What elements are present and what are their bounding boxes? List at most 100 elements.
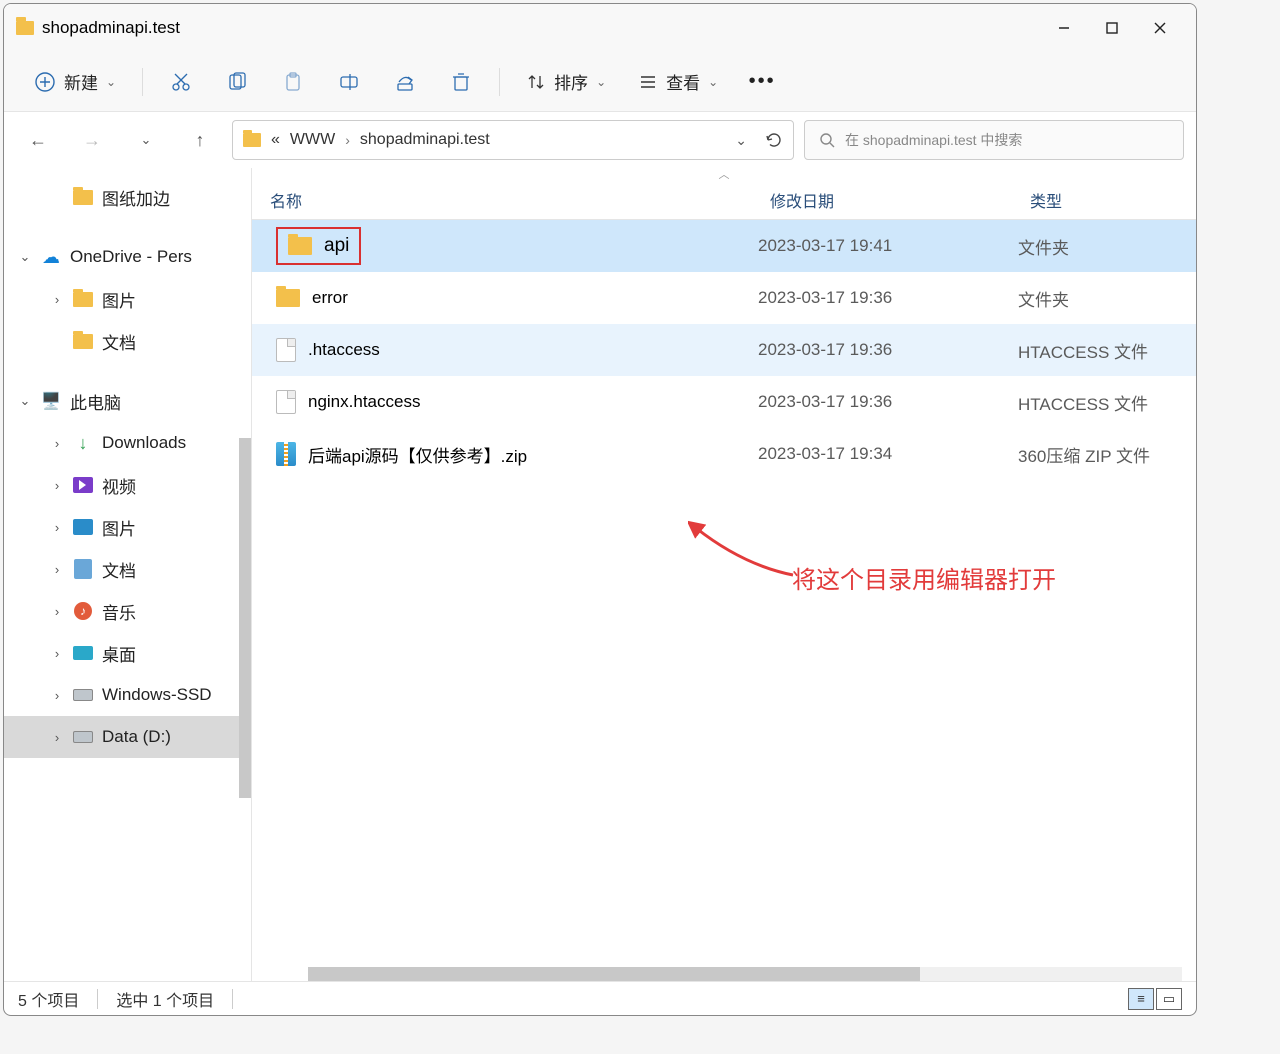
chevron-right-icon: ›	[345, 132, 350, 148]
delete-button[interactable]	[439, 62, 483, 102]
plus-circle-icon	[34, 71, 56, 93]
item-icon: ☁	[40, 248, 62, 266]
sidebar-item[interactable]: ›♪音乐	[4, 590, 251, 632]
expand-icon[interactable]: ›	[50, 562, 64, 577]
copy-button[interactable]	[215, 62, 259, 102]
sidebar-item[interactable]: ›Data (D:)	[4, 716, 251, 758]
share-button[interactable]	[383, 62, 427, 102]
refresh-icon[interactable]	[765, 131, 783, 149]
expand-icon[interactable]: ›	[50, 292, 64, 307]
status-selected: 选中 1 个项目	[116, 987, 214, 1011]
folder-icon	[243, 133, 261, 147]
file-row[interactable]: .htaccess2023-03-17 19:36HTACCESS 文件	[252, 324, 1196, 376]
separator	[232, 989, 233, 1009]
annotation-text: 将这个目录用编辑器打开	[792, 560, 1056, 595]
sidebar-item[interactable]: › 文档	[4, 548, 251, 590]
recent-button[interactable]: ⌄	[124, 120, 168, 160]
paste-button[interactable]	[271, 62, 315, 102]
new-button[interactable]: 新建 ⌄	[24, 62, 126, 102]
expand-icon[interactable]: ›	[50, 730, 64, 745]
file-row[interactable]: api2023-03-17 19:41文件夹	[252, 220, 1196, 272]
item-label: Downloads	[102, 433, 186, 453]
sidebar-item[interactable]: ⌄ 🖥️ 此电脑	[4, 380, 251, 422]
file-row[interactable]: 后端api源码【仅供参考】.zip2023-03-17 19:34360压缩 Z…	[252, 428, 1196, 480]
expand-icon[interactable]: ›	[50, 436, 64, 451]
search-input[interactable]: 在 shopadminapi.test 中搜索	[804, 120, 1184, 160]
scissors-icon	[170, 71, 192, 93]
file-name: .htaccess	[308, 340, 380, 360]
item-icon	[72, 290, 94, 308]
column-type[interactable]: 类型	[1012, 188, 1196, 212]
item-icon: 🖥️	[40, 392, 62, 410]
sidebar-item[interactable]: ›图片	[4, 506, 251, 548]
up-button[interactable]: ↑	[178, 120, 222, 160]
forward-button[interactable]: →	[70, 120, 114, 160]
file-date: 2023-03-17 19:36	[752, 340, 1012, 360]
splitter-handle[interactable]: ︿	[252, 168, 1196, 180]
item-label: 文档	[102, 329, 136, 354]
sidebar-item[interactable]: ›桌面	[4, 632, 251, 674]
sidebar-item[interactable]: ⌄ ☁ OneDrive - Pers	[4, 236, 251, 278]
file-row[interactable]: error2023-03-17 19:36文件夹	[252, 272, 1196, 324]
item-icon	[72, 686, 94, 704]
sidebar-item[interactable]: ›视频	[4, 464, 251, 506]
column-name[interactable]: 名称	[252, 188, 752, 212]
close-button[interactable]	[1136, 8, 1184, 48]
item-label: OneDrive - Pers	[70, 247, 192, 267]
item-icon	[72, 560, 94, 578]
icons-view-button[interactable]: ▭	[1156, 988, 1182, 1010]
file-date: 2023-03-17 19:41	[752, 236, 1012, 256]
navigation-row: ← → ⌄ ↑ « WWW › shopadminapi.test ⌄ 在 sh…	[4, 112, 1196, 168]
breadcrumb-item[interactable]: shopadminapi.test	[360, 131, 490, 149]
sidebar-item[interactable]: 图纸加边	[4, 176, 251, 218]
more-button[interactable]: •••	[740, 62, 784, 102]
back-button[interactable]: ←	[16, 120, 60, 160]
sidebar-item[interactable]: ›↓Downloads	[4, 422, 251, 464]
expand-icon[interactable]: ›	[50, 688, 64, 703]
sidebar-item[interactable]: › Windows-SSD	[4, 674, 251, 716]
rename-icon	[338, 71, 360, 93]
clipboard-icon	[282, 71, 304, 93]
cut-button[interactable]	[159, 62, 203, 102]
maximize-button[interactable]	[1088, 8, 1136, 48]
expand-icon[interactable]: ⌄	[18, 393, 32, 409]
search-placeholder: 在 shopadminapi.test 中搜索	[845, 130, 1022, 150]
item-icon	[72, 644, 94, 662]
address-bar[interactable]: « WWW › shopadminapi.test ⌄	[232, 120, 794, 160]
sidebar-item[interactable]: › 图片	[4, 278, 251, 320]
horizontal-scrollbar[interactable]	[308, 967, 1182, 981]
file-date: 2023-03-17 19:34	[752, 444, 1012, 464]
sort-button[interactable]: 排序 ⌄	[516, 62, 616, 102]
file-name: 后端api源码【仅供参考】.zip	[308, 442, 527, 467]
annotation-arrow-icon	[688, 520, 798, 580]
column-date[interactable]: 修改日期	[752, 188, 1012, 212]
sidebar-item[interactable]: 文档	[4, 320, 251, 362]
item-icon	[72, 188, 94, 206]
expand-icon[interactable]: ›	[50, 646, 64, 661]
item-label: 文档	[102, 557, 136, 582]
item-label: 此电脑	[70, 389, 121, 414]
minimize-button[interactable]	[1040, 8, 1088, 48]
chevron-down-icon[interactable]: ⌄	[735, 132, 747, 149]
view-button[interactable]: 查看 ⌄	[628, 62, 728, 102]
file-row[interactable]: nginx.htaccess2023-03-17 19:36HTACCESS 文…	[252, 376, 1196, 428]
rename-button[interactable]	[327, 62, 371, 102]
separator	[142, 68, 143, 96]
status-bar: 5 个项目 选中 1 个项目 ≡ ▭	[4, 981, 1196, 1015]
expand-icon[interactable]: ›	[50, 520, 64, 535]
search-icon	[819, 132, 835, 148]
scrollbar[interactable]	[239, 438, 251, 798]
item-label: 图片	[102, 287, 136, 312]
details-view-button[interactable]: ≡	[1128, 988, 1154, 1010]
chevron-down-icon: ⌄	[708, 75, 718, 89]
window-title: shopadminapi.test	[42, 18, 180, 38]
expand-icon[interactable]: ›	[50, 604, 64, 619]
item-icon	[72, 476, 94, 494]
expand-icon[interactable]: ⌄	[18, 249, 32, 265]
expand-icon[interactable]: ›	[50, 478, 64, 493]
breadcrumb-item[interactable]: WWW	[290, 131, 335, 149]
item-label: Windows-SSD	[102, 685, 212, 705]
navigation-pane[interactable]: 图纸加边⌄☁OneDrive - Pers›图片文档⌄🖥️此电脑›↓Downlo…	[4, 168, 252, 981]
column-headers: 名称 修改日期 类型	[252, 180, 1196, 220]
breadcrumb-ellipsis[interactable]: «	[271, 131, 280, 149]
